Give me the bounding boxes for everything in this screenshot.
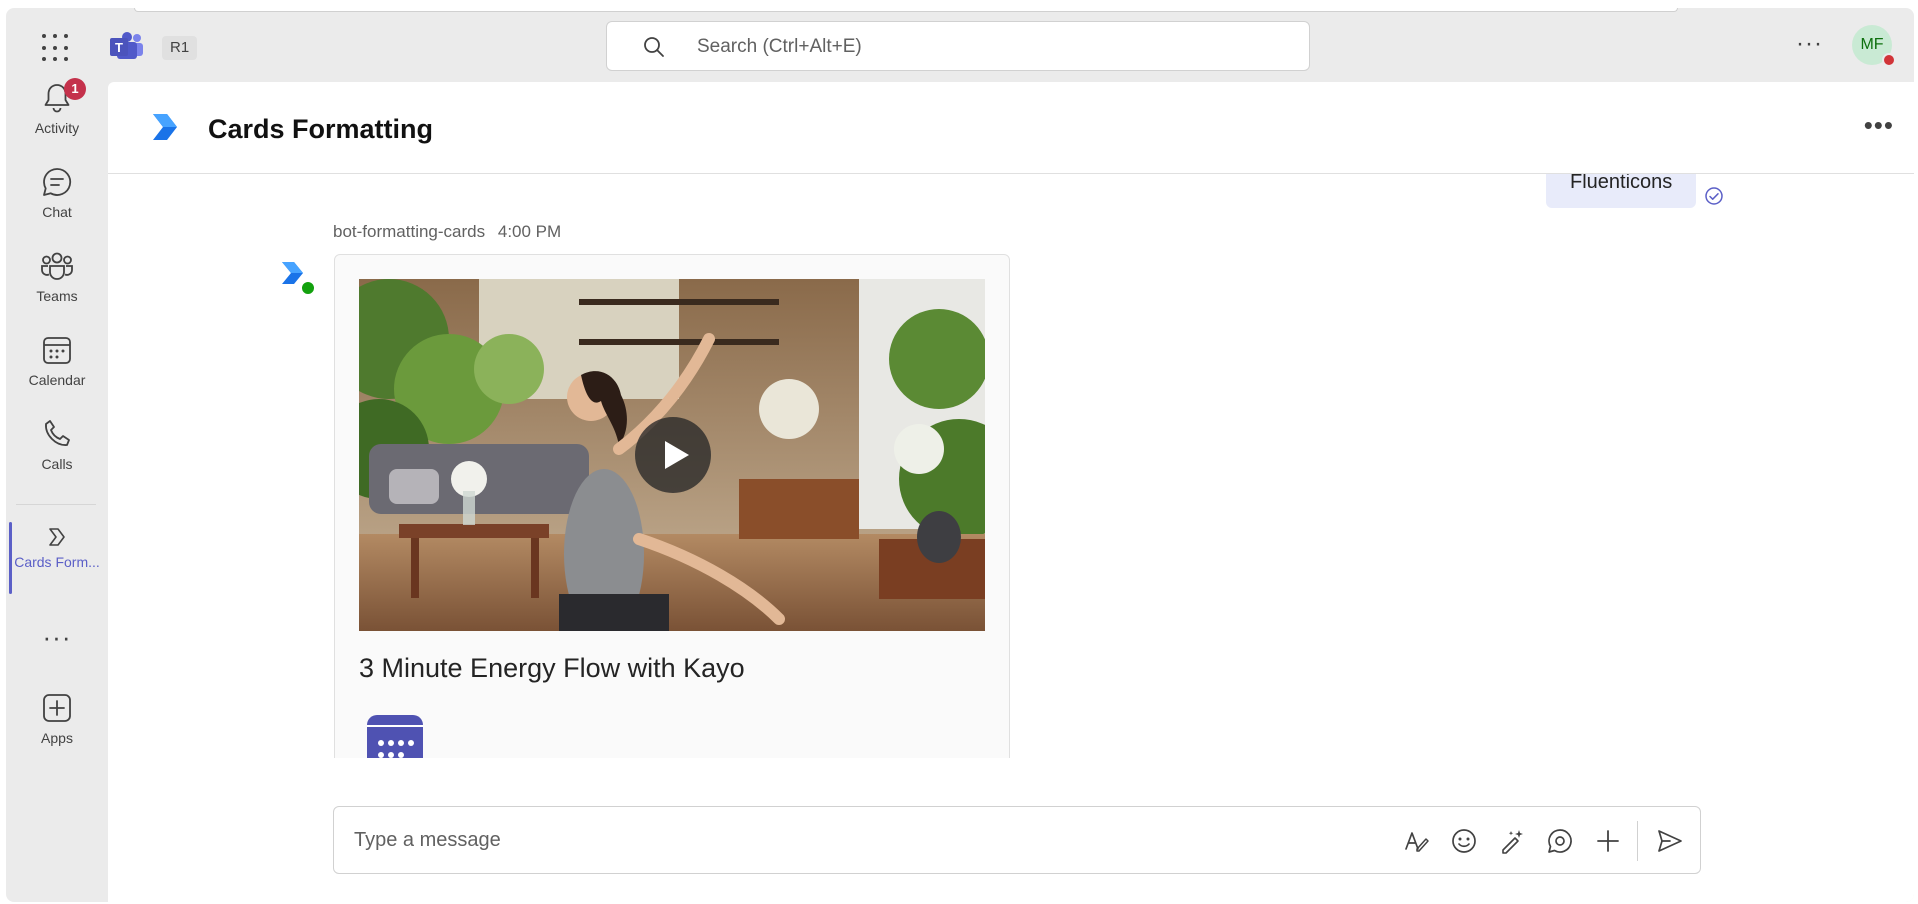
rail-label-activity: Activity [34, 120, 80, 136]
rail-label-teams: Teams [36, 288, 78, 304]
rail-label-cards-formatting: Cards Form... [14, 554, 100, 570]
search-placeholder: Search (Ctrl+Alt+E) [697, 36, 862, 57]
settings-more-icon[interactable]: ··· [1796, 32, 1823, 56]
rail-item-apps[interactable]: Apps [6, 692, 108, 772]
card-calendar-icon [367, 715, 423, 758]
rail-item-cards-formatting[interactable]: Cards Form... [6, 518, 108, 598]
teams-icon [41, 252, 73, 280]
tenant-badge[interactable]: R1 [162, 36, 198, 60]
app-rail: 1 Activity Chat Teams Calendar Calls Car… [6, 78, 108, 902]
adaptive-card: 3 Minute Energy Flow with Kayo [334, 254, 1010, 758]
rail-item-chat[interactable]: Chat [6, 166, 108, 246]
title-bar: T R1 Search (Ctrl+Alt+E) ··· MF [6, 8, 1914, 82]
plus-icon[interactable] [1594, 827, 1622, 855]
rail-divider [16, 504, 96, 505]
rail-label-calendar: Calendar [28, 372, 86, 388]
chat-header: Cards Formatting ••• [108, 82, 1914, 174]
chat-icon [43, 168, 72, 196]
cards-formatting-logo-icon [153, 114, 177, 140]
bot-name: bot-formatting-cards [333, 222, 486, 241]
user-initials: MF [1860, 36, 1884, 53]
composer-divider [1637, 821, 1638, 861]
presence-busy-icon [1882, 53, 1896, 67]
emoji-icon[interactable] [1450, 827, 1478, 855]
rail-label-chat: Chat [42, 204, 72, 220]
send-icon[interactable] [1656, 827, 1684, 855]
user-avatar[interactable]: MF [1852, 25, 1896, 67]
video-thumbnail[interactable] [359, 279, 985, 631]
activity-badge: 1 [64, 78, 86, 100]
message-composer[interactable]: Type a message [333, 806, 1701, 874]
chat-more-icon[interactable]: ••• [1864, 110, 1894, 141]
teams-logo-icon: T [110, 32, 143, 59]
rail-item-teams[interactable]: Teams [6, 250, 108, 330]
bot-avatar[interactable] [280, 260, 316, 296]
waffle-icon[interactable] [42, 34, 72, 64]
rail-label-calls: Calls [41, 456, 73, 472]
message-time: 4:00 PM [497, 222, 562, 241]
rail-item-calls[interactable]: Calls [6, 418, 108, 498]
cards-app-icon [49, 528, 65, 546]
loop-icon[interactable] [1546, 827, 1574, 855]
message-meta: bot-formatting-cards 4:00 PM [333, 222, 561, 242]
card-title: 3 Minute Energy Flow with Kayo [359, 653, 745, 683]
calendar-icon [43, 337, 71, 364]
copilot-icon[interactable] [1498, 827, 1526, 855]
message-list[interactable]: Fluenticons bot-formatting-cards 4:00 PM [108, 174, 1914, 758]
sent-message[interactable]: Fluenticons [1546, 174, 1697, 208]
chat-title: Cards Formatting [208, 114, 434, 144]
search-icon [644, 37, 664, 57]
svg-text:T: T [115, 40, 123, 55]
apps-add-icon [43, 694, 71, 722]
composer-placeholder: Type a message [354, 829, 501, 851]
rail-label-apps: Apps [41, 730, 73, 746]
format-icon[interactable] [1402, 827, 1430, 855]
search-input[interactable]: Search (Ctrl+Alt+E) [606, 21, 1310, 71]
read-receipt-icon [1705, 187, 1723, 205]
app-frame: T R1 Search (Ctrl+Alt+E) ··· MF 1 Activi… [6, 8, 1914, 902]
calls-icon [45, 420, 70, 446]
rail-item-calendar[interactable]: Calendar [6, 334, 108, 414]
play-icon[interactable] [635, 417, 711, 493]
more-apps-icon[interactable]: ··· [6, 622, 108, 653]
chat-pane: Cards Formatting ••• Fluenticons bot-for… [108, 82, 1914, 902]
rail-item-activity[interactable]: 1 Activity [6, 78, 108, 162]
presence-available-icon [300, 280, 316, 296]
